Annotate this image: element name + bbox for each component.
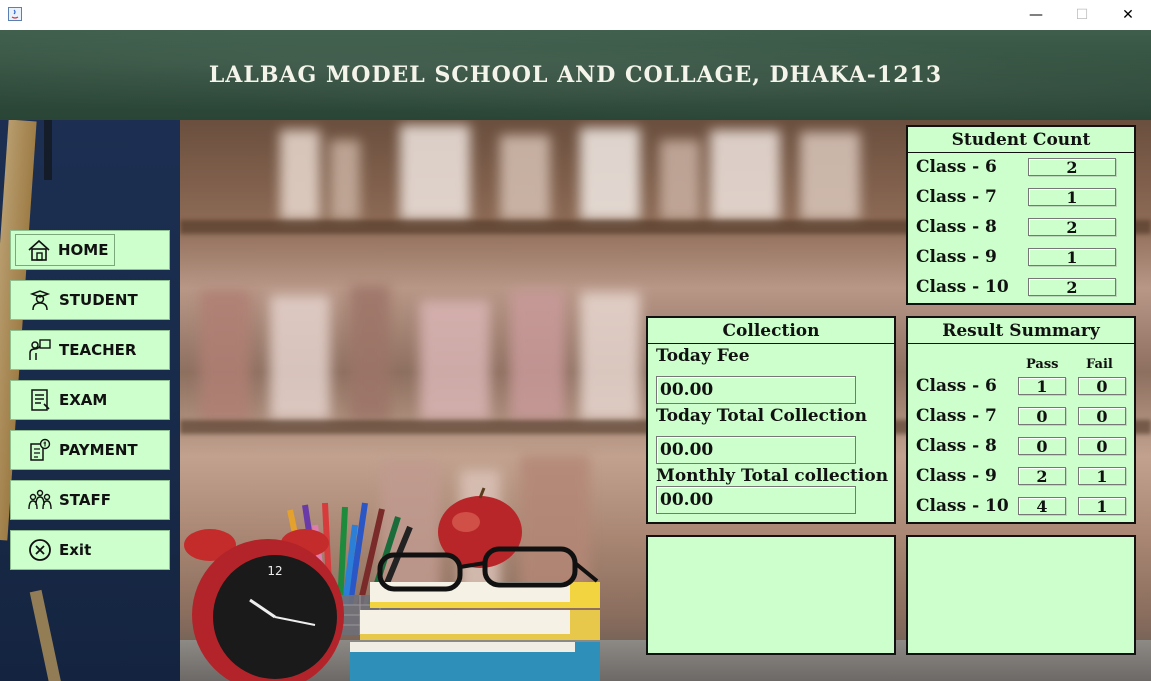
sidebar-item-teacher[interactable]: TEACHER	[10, 330, 170, 370]
student-count-panel: Student Count Class - 6 2 Class - 7 1 Cl…	[906, 125, 1136, 305]
pass-value: 2	[1018, 467, 1066, 486]
student-count-value: 1	[1028, 248, 1116, 267]
minimize-button[interactable]: —	[1013, 0, 1059, 30]
sidebar-item-exam[interactable]: EXAM	[10, 380, 170, 420]
collection-title: Collection	[648, 318, 894, 344]
monthly-total-collection-label: Monthly Total collection	[656, 466, 889, 486]
payment-icon	[27, 437, 53, 463]
result-class-label: Class - 10	[916, 496, 1009, 516]
student-count-title: Student Count	[908, 127, 1134, 153]
sidebar-item-label: STUDENT	[59, 291, 138, 309]
pass-value: 1	[1018, 377, 1066, 396]
sidebar-item-label: Exit	[59, 541, 92, 559]
sidebar-item-student[interactable]: STUDENT	[10, 280, 170, 320]
student-count-label: Class - 8	[916, 217, 997, 237]
sidebar-item-exit[interactable]: Exit	[10, 530, 170, 570]
result-class-label: Class - 7	[916, 406, 997, 426]
home-icon	[26, 237, 52, 263]
chalkboard-header: LALBAG MODEL SCHOOL AND COLLAGE, DHAKA-1…	[0, 30, 1151, 122]
student-count-label: Class - 10	[916, 277, 1009, 297]
java-app-icon	[8, 7, 22, 21]
fail-value: 1	[1078, 497, 1126, 516]
sidebar-item-staff[interactable]: STAFF	[10, 480, 170, 520]
result-summary-title: Result Summary	[908, 318, 1134, 344]
monthly-total-collection-field[interactable]: 00.00	[656, 486, 856, 514]
sidebar-item-label: TEACHER	[59, 341, 137, 359]
student-count-value: 1	[1028, 188, 1116, 207]
maximize-button[interactable]: ☐	[1059, 0, 1105, 30]
pass-column-header: Pass	[1026, 357, 1059, 372]
student-count-value: 2	[1028, 158, 1116, 177]
sidebar: HOME STUDENT TEACHER EXAM PAYMENT STAFF	[0, 120, 180, 681]
today-total-collection-label: Today Total Collection	[656, 406, 867, 426]
pass-value: 0	[1018, 407, 1066, 426]
student-count-label: Class - 6	[916, 157, 997, 177]
fail-value: 0	[1078, 407, 1126, 426]
result-summary-panel: Result Summary Pass Fail Class - 6 1 0 C…	[906, 316, 1136, 524]
sidebar-item-home[interactable]: HOME	[10, 230, 170, 270]
today-fee-field[interactable]: 00.00	[656, 376, 856, 404]
student-count-label: Class - 7	[916, 187, 997, 207]
sidebar-item-label: EXAM	[59, 391, 108, 409]
school-title: LALBAG MODEL SCHOOL AND COLLAGE, DHAKA-1…	[208, 62, 943, 88]
close-button[interactable]: ✕	[1105, 0, 1151, 30]
window-titlebar: — ☐ ✕	[0, 0, 1151, 30]
result-class-label: Class - 9	[916, 466, 997, 486]
today-total-collection-field[interactable]: 00.00	[656, 436, 856, 464]
pass-value: 0	[1018, 437, 1066, 456]
ruler-decoration-bottom	[29, 589, 63, 681]
student-icon	[27, 287, 53, 313]
exit-icon	[27, 537, 53, 563]
result-class-label: Class - 8	[916, 436, 997, 456]
svg-text:12: 12	[267, 564, 282, 578]
pass-value: 4	[1018, 497, 1066, 516]
eyeglasses-illustration	[377, 546, 599, 592]
student-count-value: 2	[1028, 278, 1116, 297]
today-fee-label: Today Fee	[656, 346, 750, 366]
empty-panel-left	[646, 535, 896, 655]
fail-column-header: Fail	[1086, 357, 1113, 372]
alarm-clock-illustration: 12	[184, 529, 344, 681]
student-count-label: Class - 9	[916, 247, 997, 267]
sidebar-item-payment[interactable]: PAYMENT	[10, 430, 170, 470]
staff-icon	[27, 487, 53, 513]
collection-panel: Collection Today Fee 00.00 Today Total C…	[646, 316, 896, 524]
exam-icon	[27, 387, 53, 413]
empty-panel-right	[906, 535, 1136, 655]
sidebar-item-label: STAFF	[59, 491, 111, 509]
result-class-label: Class - 6	[916, 376, 997, 396]
sidebar-item-label: PAYMENT	[59, 441, 138, 459]
fail-value: 0	[1078, 377, 1126, 396]
sidebar-item-label: HOME	[58, 241, 109, 259]
pencil-decoration	[44, 120, 52, 180]
home-button-focus: HOME	[15, 234, 116, 266]
fail-value: 1	[1078, 467, 1126, 486]
main-background: 12 Student Count Class - 6 2 Class - 7 1…	[180, 120, 1151, 681]
fail-value: 0	[1078, 437, 1126, 456]
teacher-icon	[27, 337, 53, 363]
student-count-value: 2	[1028, 218, 1116, 237]
